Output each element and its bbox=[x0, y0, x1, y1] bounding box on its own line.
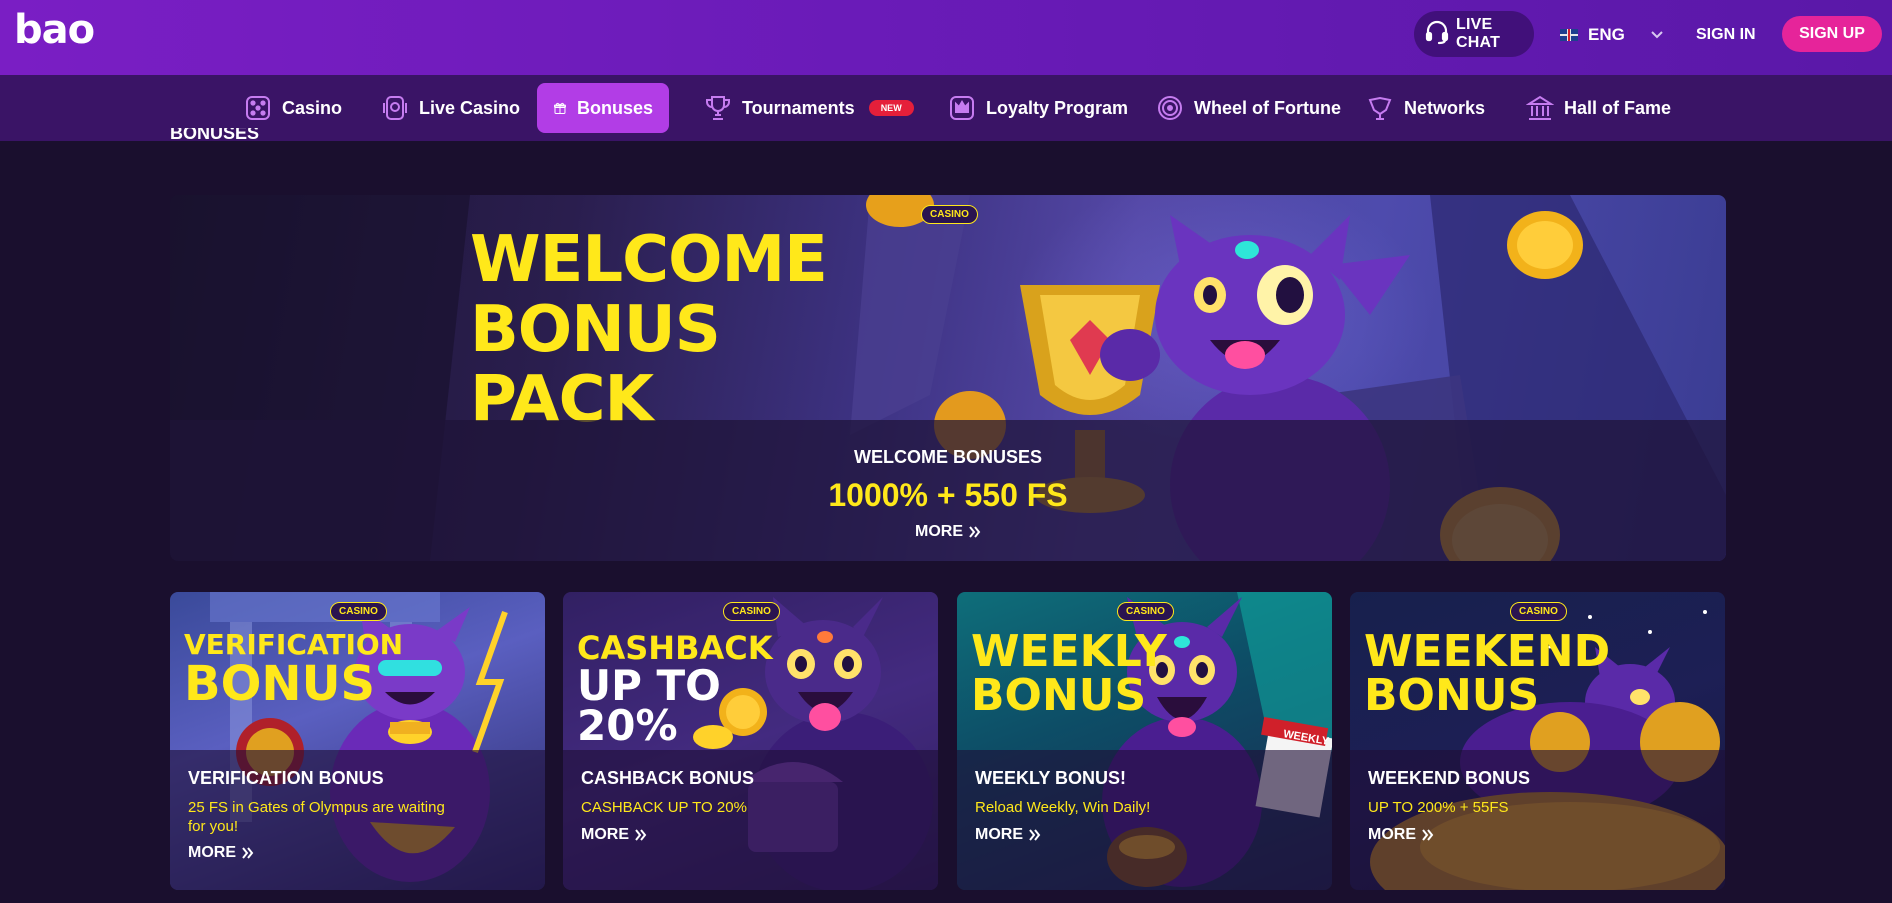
weekly-bonus-card[interactable]: CASINO WEEKLY BONUS WEEKLY WEEKLY BONUS!… bbox=[957, 592, 1332, 890]
headset-icon bbox=[1424, 19, 1450, 50]
gift-icon bbox=[553, 102, 566, 114]
double-chevron-right-icon bbox=[635, 829, 647, 841]
nav-item-label: Loyalty Program bbox=[986, 97, 1129, 118]
card-art-title: VERIFICATION BONUS bbox=[184, 630, 403, 712]
live-casino-icon bbox=[383, 96, 407, 120]
nav-item-bonuses[interactable]: Bonuses bbox=[537, 83, 669, 133]
double-chevron-right-icon bbox=[969, 526, 981, 538]
nav-item-label: Hall of Fame bbox=[1564, 97, 1672, 118]
hero-subtitle: WELCOME BONUSES bbox=[853, 447, 1042, 467]
card-description: UP TO 200% + 55FS bbox=[1368, 799, 1509, 816]
hero-more-wrap: MORE bbox=[170, 523, 1726, 541]
page-title: BONUSES bbox=[170, 128, 260, 143]
card-description: Reload Weekly, Win Daily! bbox=[975, 799, 1151, 816]
nav-item-label: Live Casino bbox=[419, 97, 521, 118]
card-art-line: WEEKLY bbox=[971, 626, 1167, 677]
casino-badge: CASINO bbox=[1510, 602, 1567, 621]
card-title: WEEKLY BONUS! bbox=[975, 768, 1127, 788]
hero-amount: 1000% + 550 FS bbox=[828, 477, 1068, 513]
uk-flag-icon bbox=[1560, 29, 1578, 41]
live-chat-button[interactable]: LIVE CHAT bbox=[1414, 11, 1534, 57]
main-nav: Casino Live Casino Bonuses Tournaments N… bbox=[0, 75, 1892, 141]
card-art-line: WEEKEND bbox=[1364, 626, 1611, 677]
nav-item-casino[interactable]: Casino bbox=[228, 83, 358, 133]
card-art-line: BONUS bbox=[1364, 670, 1540, 721]
card-more-link[interactable]: MORE bbox=[188, 844, 254, 862]
card-more-link[interactable]: MORE bbox=[1368, 826, 1434, 844]
double-chevron-right-icon bbox=[1422, 829, 1434, 841]
nav-item-label: Tournaments bbox=[742, 97, 855, 118]
card-art-title: WEEKEND BONUS bbox=[1364, 630, 1610, 718]
language-label: ENG bbox=[1588, 25, 1625, 44]
crown-icon bbox=[950, 96, 974, 120]
new-badge: NEW bbox=[868, 100, 914, 116]
nav-item-hall-of-fame[interactable]: Hall of Fame bbox=[1510, 83, 1687, 133]
nav-item-label: Bonuses bbox=[576, 97, 653, 118]
card-title: WEEKEND BONUS bbox=[1368, 768, 1531, 788]
double-chevron-right-icon bbox=[242, 847, 254, 859]
card-title: CASHBACK BONUS bbox=[581, 768, 755, 788]
card-art-line: UP TO bbox=[577, 661, 721, 710]
chevron-down-icon bbox=[1651, 26, 1663, 44]
nav-item-label: Wheel of Fortune bbox=[1194, 97, 1341, 118]
more-label: MORE bbox=[975, 826, 1023, 843]
hero-headline-line: BONUS bbox=[470, 293, 721, 367]
nav-item-live-casino[interactable]: Live Casino bbox=[365, 83, 536, 133]
logo[interactable]: bao bbox=[14, 10, 95, 50]
casino-badge: CASINO bbox=[1117, 602, 1174, 621]
card-art-line: 20% bbox=[577, 701, 678, 750]
card-description: CASHBACK UP TO 20% bbox=[581, 799, 747, 816]
more-label: MORE bbox=[188, 844, 236, 861]
nav-item-label: Casino bbox=[282, 97, 343, 118]
card-art-line: BONUS bbox=[971, 670, 1147, 721]
casino-badge: CASINO bbox=[921, 205, 978, 224]
card-art-title: WEEKLY BONUS bbox=[971, 630, 1167, 718]
hero-more-link[interactable]: MORE bbox=[915, 523, 981, 541]
hero-headline-line: WELCOME bbox=[470, 223, 828, 297]
more-label: MORE bbox=[915, 523, 963, 540]
card-description: 25 FS in Gates of Olympus are waiting fo… bbox=[188, 799, 445, 835]
dice-icon bbox=[246, 96, 270, 120]
hero-headline: WELCOME BONUS PACK bbox=[470, 225, 870, 435]
cashback-bonus-card[interactable]: CASINO CASHBACK UP TO 20% CASHBACK BONUS… bbox=[563, 592, 938, 890]
card-more-link[interactable]: MORE bbox=[975, 826, 1041, 844]
card-art-line: BONUS bbox=[184, 656, 376, 712]
more-label: MORE bbox=[581, 826, 629, 843]
card-more-link[interactable]: MORE bbox=[581, 826, 647, 844]
card-title: VERIFICATION BONUS bbox=[188, 768, 384, 788]
casino-badge: CASINO bbox=[723, 602, 780, 621]
welcome-bonus-banner[interactable]: CASINO WELCOME BONUS PACK WELCOME BONUSE… bbox=[170, 195, 1726, 561]
sign-in-button[interactable]: SIGN IN bbox=[1696, 22, 1756, 48]
networks-icon bbox=[1368, 96, 1392, 120]
hall-of-fame-icon bbox=[1526, 95, 1554, 120]
nav-item-label: Networks bbox=[1404, 97, 1486, 118]
verification-bonus-card[interactable]: CASINO VERIFICATION BONUS VERIFICATION B… bbox=[170, 592, 545, 890]
top-header: bao LIVE CHAT ENG SIGN IN SIGN UP bbox=[0, 0, 1892, 75]
nav-item-wheel-of-fortune[interactable]: Wheel of Fortune bbox=[1140, 83, 1357, 133]
trophy-icon bbox=[706, 96, 730, 120]
wheel-icon bbox=[1158, 96, 1182, 120]
nav-item-networks[interactable]: Networks bbox=[1350, 83, 1501, 133]
more-label: MORE bbox=[1368, 826, 1416, 843]
card-art-title: CASHBACK UP TO 20% bbox=[577, 630, 773, 750]
nav-item-loyalty-program[interactable]: Loyalty Program bbox=[932, 83, 1144, 133]
live-chat-label: LIVE CHAT bbox=[1456, 16, 1501, 51]
weekend-bonus-card[interactable]: CASINO WEEKEND BONUS WEEKEND BONUS UP TO… bbox=[1350, 592, 1725, 890]
nav-item-tournaments[interactable]: Tournaments NEW bbox=[688, 83, 930, 133]
sign-up-button[interactable]: SIGN UP bbox=[1782, 16, 1882, 52]
double-chevron-right-icon bbox=[1029, 829, 1041, 841]
language-selector[interactable]: ENG bbox=[1560, 20, 1663, 50]
casino-badge: CASINO bbox=[330, 602, 387, 621]
